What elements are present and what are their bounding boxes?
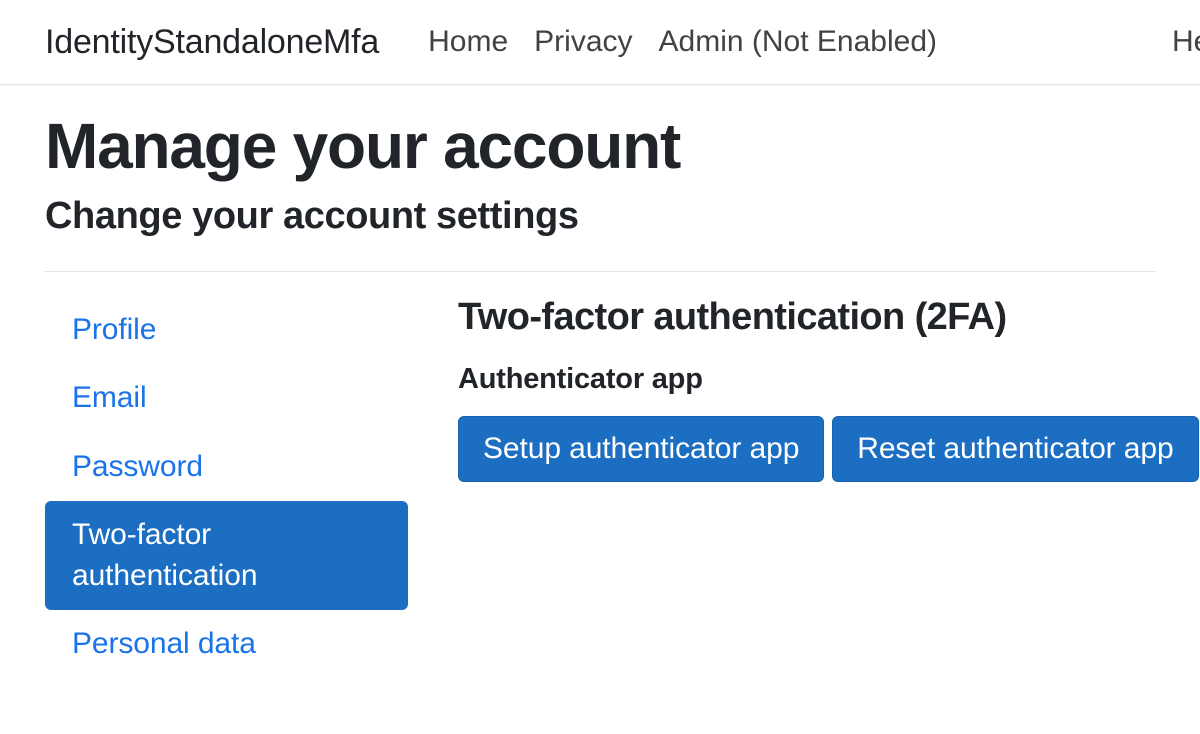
page-title: Manage your account — [45, 113, 1155, 180]
two-factor-panel: Two-factor authentication (2FA) Authenti… — [408, 296, 1199, 482]
nav-link-admin[interactable]: Admin (Not Enabled) — [646, 27, 950, 57]
sidebar-item-email[interactable]: Email — [45, 364, 408, 433]
sidebar-item-two-factor-authentication[interactable]: Two-factor authentication — [45, 501, 408, 610]
page-subtitle: Change your account settings — [45, 196, 1155, 238]
page-container: Manage your account Change your account … — [0, 113, 1200, 679]
sidebar-item-personal-data[interactable]: Personal data — [45, 610, 408, 679]
manage-nav: Profile Email Password Two-factor authen… — [45, 296, 408, 679]
sidebar-item-profile[interactable]: Profile — [45, 296, 408, 365]
primary-nav: Home Privacy Admin (Not Enabled) — [415, 27, 1155, 57]
top-navbar: IdentityStandaloneMfa Home Privacy Admin… — [0, 0, 1200, 85]
nav-link-home[interactable]: Home — [415, 27, 521, 57]
account-layout: Profile Email Password Two-factor authen… — [45, 296, 1155, 679]
navbar-brand[interactable]: IdentityStandaloneMfa — [45, 25, 379, 59]
nav-link-privacy[interactable]: Privacy — [521, 27, 645, 57]
reset-authenticator-app-button[interactable]: Reset authenticator app — [832, 416, 1198, 482]
sidebar-item-password[interactable]: Password — [45, 433, 408, 502]
authenticator-button-row: Setup authenticator app Reset authentica… — [458, 416, 1199, 482]
setup-authenticator-app-button[interactable]: Setup authenticator app — [458, 416, 824, 482]
nav-link-greeting[interactable]: He — [1172, 27, 1200, 57]
account-sidebar: Profile Email Password Two-factor authen… — [45, 296, 408, 679]
section-title-2fa: Two-factor authentication (2FA) — [458, 296, 1199, 340]
section-subtitle-authenticator-app: Authenticator app — [458, 362, 1199, 397]
header-divider — [45, 271, 1155, 272]
user-nav: He — [1172, 27, 1200, 57]
